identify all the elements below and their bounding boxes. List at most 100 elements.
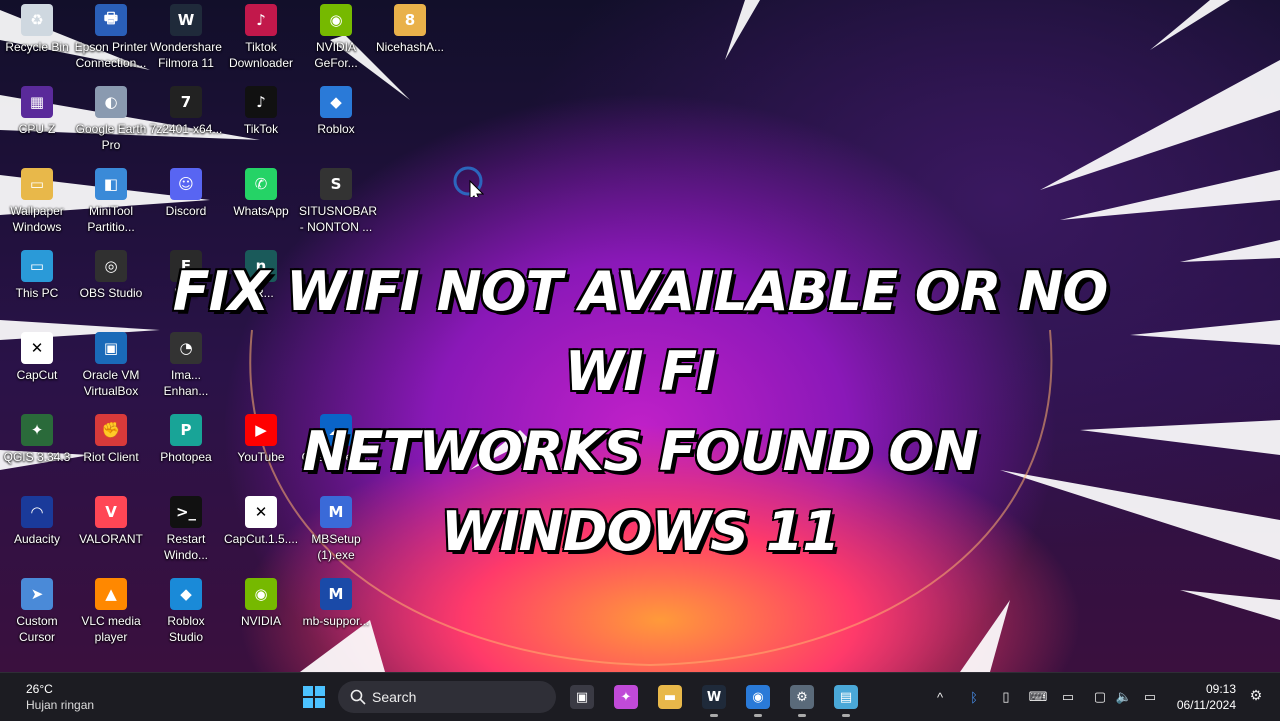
desktop-icon-label: Custom Cursor <box>16 614 58 644</box>
desktop-icon-wondershare-filmora[interactable]: W Wondershare Filmora 11 <box>149 4 223 71</box>
display-icon[interactable]: ▭ <box>1058 687 1078 707</box>
desktop-icon-custom-cursor[interactable]: ➤ Custom Cursor <box>0 578 74 645</box>
taskbar-app-task-view[interactable]: ▣ <box>566 681 598 713</box>
bluetooth-icon[interactable]: ᛒ <box>964 687 984 707</box>
desktop-icon-label: Roblox <box>317 122 355 136</box>
network-icon[interactable]: ▢ <box>1090 687 1110 707</box>
desktop-icon-whatsapp[interactable]: ✆ WhatsApp <box>224 168 298 219</box>
desktop-icon-google-earth-pro[interactable]: ◐ Google Earth Pro <box>74 86 148 153</box>
running-indicator <box>842 714 850 717</box>
roblox-icon: ◆ <box>320 86 352 118</box>
video-title-overlay: FIX WIFI NOT AVAILABLE OR NO WI FI NETWO… <box>150 252 1130 572</box>
mb-support-icon: M <box>320 578 352 610</box>
running-indicator <box>798 714 806 717</box>
desktop-icon-label: Riot Client <box>83 450 139 464</box>
desktop-icon-label: NVIDIA GeFor... <box>314 40 358 70</box>
desktop-icon-label: CapCut <box>16 368 58 382</box>
wondershare-filmora-icon: W <box>170 4 202 36</box>
nicehash-icon: 8 <box>394 4 426 36</box>
desktop-icon-nvidia[interactable]: ◉ NVIDIA <box>224 578 298 629</box>
this-pc-icon: ▭ <box>21 250 53 282</box>
desktop-icon-epson-printer[interactable]: 🖶 Epson Printer Connection... <box>74 4 148 71</box>
desktop-icon-label: TikTok <box>243 122 279 136</box>
desktop-icon-riot-client[interactable]: ✊ Riot Client <box>74 414 148 465</box>
search-label: Search <box>372 689 417 705</box>
audacity-icon: ◠ <box>21 496 53 528</box>
headline-line-2: NETWORKS FOUND ON WINDOWS 11 <box>301 419 980 565</box>
windows-logo-icon <box>303 686 325 708</box>
desktop-icon-obs-studio[interactable]: ◎ OBS Studio <box>74 250 148 301</box>
desktop-icon-capcut[interactable]: ✕ CapCut <box>0 332 74 383</box>
desktop-icon-label: WhatsApp <box>233 204 289 218</box>
desktop-icon-label: Audacity <box>13 532 61 546</box>
desktop-icon-7zip[interactable]: 7 7z2401-x64... <box>149 86 223 137</box>
taskbar-app-copilot[interactable]: ✦ <box>610 681 642 713</box>
desktop-icon-label: Wallpaper Windows <box>10 204 64 234</box>
whatsapp-icon: ✆ <box>245 168 277 200</box>
settings-icon: ⚙ <box>790 685 814 709</box>
headline-line-1: FIX WIFI NOT AVAILABLE OR NO WI FI <box>171 259 1110 405</box>
google-earth-pro-icon: ◐ <box>95 86 127 118</box>
desktop-icon-label: Oracle VM VirtualBox <box>82 368 140 398</box>
desktop-icon-nicehash[interactable]: 8 NicehashA... <box>373 4 447 55</box>
desktop-icon-recycle-bin[interactable]: ♻ Recycle Bin <box>0 4 74 55</box>
taskbar-app-settings[interactable]: ⚙ <box>786 681 818 717</box>
volume-icon[interactable]: 🔈 <box>1114 687 1134 707</box>
qgis-icon: ✦ <box>21 414 53 446</box>
desktop-icon-label: OBS Studio <box>79 286 143 300</box>
riot-client-icon: ✊ <box>95 414 127 446</box>
desktop-icon-vlc-media-player[interactable]: ▲ VLC media player <box>74 578 148 645</box>
oracle-vm-virtualbox-icon: ▣ <box>95 332 127 364</box>
taskbar-app-filmora[interactable]: W <box>698 681 730 717</box>
taskbar-clock[interactable]: 09:13 06/11/2024 <box>1170 681 1236 713</box>
desktop-icon-roblox-studio[interactable]: ◆ Roblox Studio <box>149 578 223 645</box>
desktop-icon-label: mb-suppor... <box>302 614 370 628</box>
taskbar-app-notepad[interactable]: ▤ <box>830 681 862 717</box>
weather-temperature: 26°C <box>26 682 53 696</box>
desktop-icon-tiktok[interactable]: ♪ TikTok <box>224 86 298 137</box>
desktop-icon-label: Discord <box>165 204 207 218</box>
obs-studio-icon: ◎ <box>95 250 127 282</box>
vlc-media-player-icon: ▲ <box>95 578 127 610</box>
desktop-icon-tiktok-downloader[interactable]: ♪ Tiktok Downloader <box>224 4 298 71</box>
start-button[interactable] <box>298 681 330 713</box>
clock-time: 09:13 <box>1205 682 1236 696</box>
epson-printer-icon: 🖶 <box>95 4 127 36</box>
battery-icon[interactable]: ▭ <box>1140 687 1160 707</box>
desktop-icon-cpu-z[interactable]: ▦ CPU-Z <box>0 86 74 137</box>
notepad-icon: ▤ <box>834 685 858 709</box>
desktop-icon-nvidia-geforce[interactable]: ◉ NVIDIA GeFor... <box>299 4 373 71</box>
desktop-icon-mb-support[interactable]: Mmb-suppor... <box>299 578 373 629</box>
taskbar-app-chrome[interactable]: ◉ <box>742 681 774 717</box>
copilot-icon: ✦ <box>614 685 638 709</box>
desktop-icon-valorant[interactable]: V VALORANT <box>74 496 148 547</box>
valorant-icon: V <box>95 496 127 528</box>
desktop-icon-roblox[interactable]: ◆ Roblox <box>299 86 373 137</box>
desktop-icon-situsnobar[interactable]: S SITUSNOBAR - NONTON ... <box>299 168 377 235</box>
taskbar-app-file-explorer[interactable]: ▬ <box>654 681 686 713</box>
desktop-icon-label: Wondershare Filmora 11 <box>150 40 222 70</box>
notifications-icon[interactable]: ⚙ <box>1246 687 1266 707</box>
keyboard-icon[interactable]: ⌨ <box>1028 687 1048 707</box>
taskbar-search[interactable]: Search <box>338 681 556 713</box>
desktop-icon-audacity[interactable]: ◠ Audacity <box>0 496 74 547</box>
recycle-bin-icon: ♻ <box>21 4 53 36</box>
weather-widget[interactable]: 26°C Hujan ringan <box>26 681 94 713</box>
usb-icon[interactable]: ▯ <box>996 687 1016 707</box>
desktop-icon-label: Epson Printer Connection... <box>74 40 148 70</box>
desktop-icon-label: Tiktok Downloader <box>228 40 294 70</box>
desktop-icon-qgis[interactable]: ✦ QGIS 3.34.3 <box>0 414 74 465</box>
7zip-icon: 7 <box>170 86 202 118</box>
desktop-icon-label: Recycle Bin <box>5 40 69 54</box>
tiktok-icon: ♪ <box>245 86 277 118</box>
desktop-icon-this-pc[interactable]: ▭ This PC <box>0 250 74 301</box>
desktop-icon-minitool-partition[interactable]: ◧ MiniTool Partitio... <box>74 168 148 235</box>
running-indicator <box>754 714 762 717</box>
nvidia-geforce-icon: ◉ <box>320 4 352 36</box>
desktop-icon-discord[interactable]: ☺ Discord <box>149 168 223 219</box>
desktop-icon-wallpaper-windows[interactable]: ▭ Wallpaper Windows <box>0 168 74 235</box>
desktop-icon-oracle-vm-virtualbox[interactable]: ▣ Oracle VM VirtualBox <box>74 332 148 399</box>
desktop-icon-label: VALORANT <box>79 532 143 546</box>
discord-icon: ☺ <box>170 168 202 200</box>
show-hidden-icons-icon[interactable]: ^ <box>930 687 950 707</box>
